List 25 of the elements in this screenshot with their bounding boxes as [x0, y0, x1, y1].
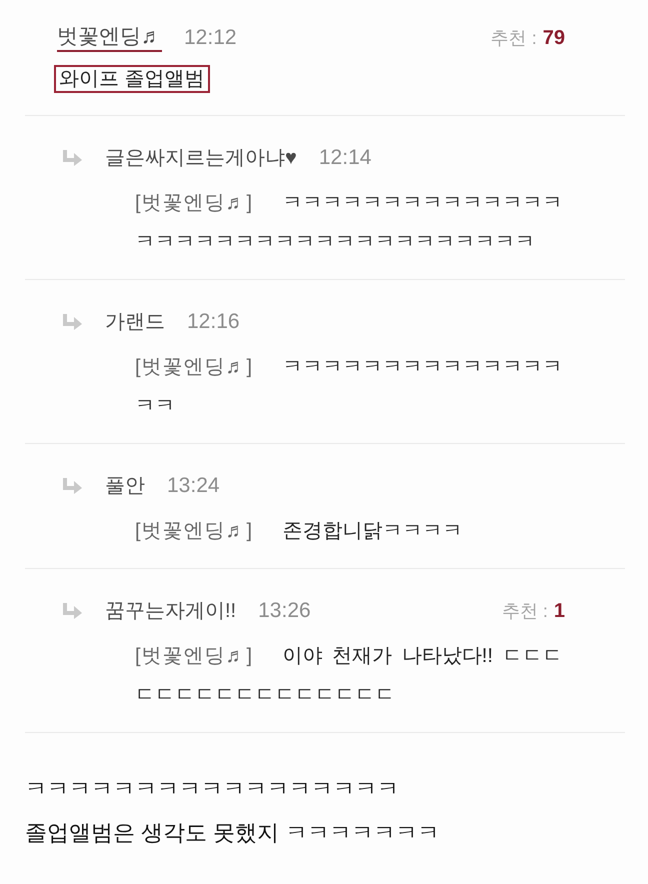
comment-text: 와이프 졸업앨범 [54, 65, 210, 93]
reply-author[interactable]: 글은싸지르는게아냐♥ [105, 145, 297, 171]
reply-time: 13:24 [167, 474, 220, 498]
reply-text: [벗꽃엔딩♬] ㅋㅋㅋㅋㅋㅋㅋㅋㅋㅋㅋㅋㅋㅋㅋㅋ [135, 355, 564, 419]
reply-arrow-icon [62, 314, 82, 330]
reply-arrow-icon [62, 603, 82, 619]
comment-author[interactable]: 벗꽃엔딩♬ [57, 24, 162, 52]
reply-text: [벗꽃엔딩♬] ㅋㅋㅋㅋㅋㅋㅋㅋㅋㅋㅋㅋㅋㅋㅋㅋㅋㅋㅋㅋㅋㅋㅋㅋㅋㅋㅋㅋㅋㅋㅋㅋㅋㅋ [135, 191, 564, 255]
caption-text: 졸업앨범은 생각도 못했지 ㅋㅋㅋㅋㅋㅋㅋ [25, 819, 440, 847]
comment-time: 12:12 [184, 26, 237, 50]
reply-text: [벗꽃엔딩♬] 이야 천재가 나타났다!! ㄷㄷㄷㄷㄷㄷㄷㄷㄷㄷㄷㄷㄷㄷㄷㄷ [135, 644, 564, 708]
recommend-label: 추천 : [490, 27, 537, 50]
recommend-count: 1 [554, 600, 565, 623]
reply-author[interactable]: 가랜드 [105, 309, 165, 335]
reply-time: 12:14 [318, 146, 372, 170]
recommend-label: 추천 : [502, 600, 548, 623]
reply-author[interactable]: 풀안 [105, 473, 145, 499]
reply-time: 13:26 [258, 599, 311, 623]
recommend-count: 79 [542, 27, 565, 50]
reply-arrow-icon [62, 478, 82, 494]
reply-text: [벗꽃엔딩♬] 존경합니닭ㅋㅋㅋㅋ [135, 519, 464, 544]
reply-arrow-icon [62, 150, 82, 166]
caption-text: ㅋㅋㅋㅋㅋㅋㅋㅋㅋㅋㅋㅋㅋㅋㅋㅋㅋ [25, 775, 399, 803]
reply-time: 12:16 [187, 310, 240, 334]
reply-author[interactable]: 꿈꾸는자게이!! [105, 598, 236, 624]
